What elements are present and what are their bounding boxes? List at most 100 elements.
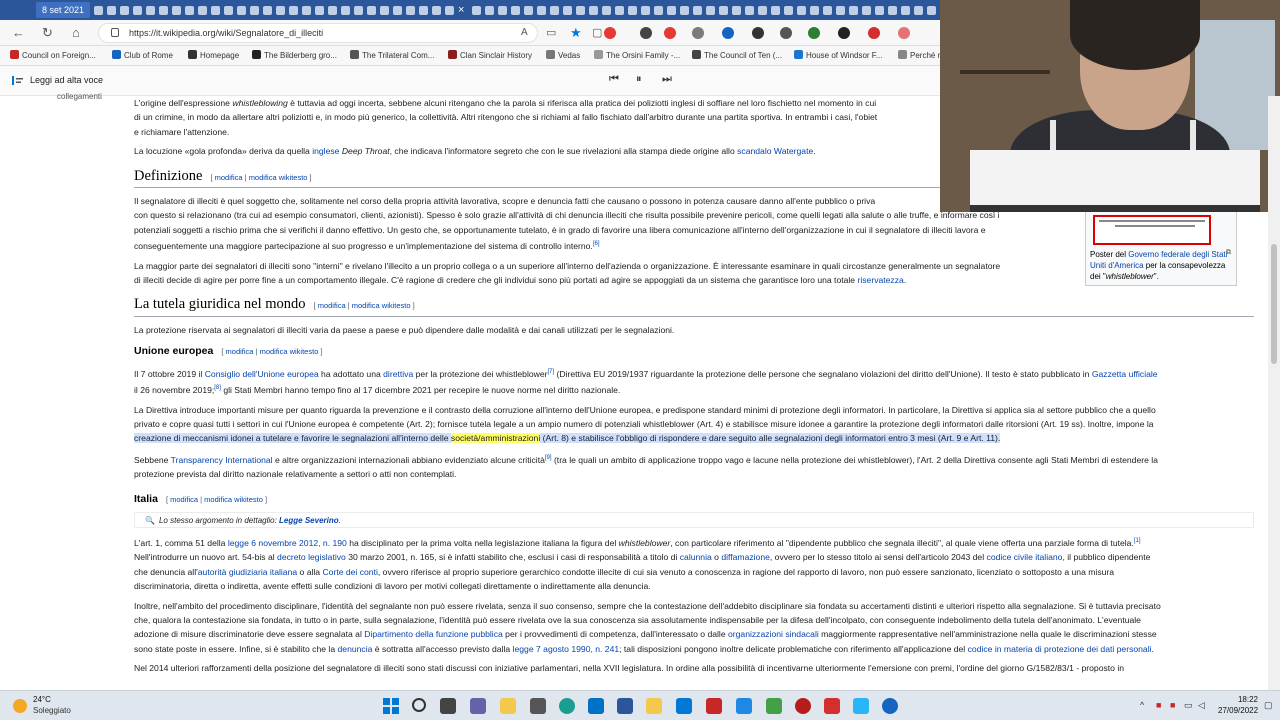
link[interactable]: diffamazione [721,552,770,562]
volume-icon[interactable]: ◁ [1198,700,1205,711]
tab-favicon[interactable] [185,5,195,15]
word-icon[interactable] [617,698,633,714]
address-bar[interactable]: https://it.wikipedia.org/wiki/Segnalator… [98,23,538,43]
tab-favicon[interactable] [354,5,364,15]
photos-icon[interactable] [676,698,692,714]
tab-favicon[interactable] [289,5,299,15]
tab-favicon[interactable] [172,5,182,15]
split-screen-icon[interactable]: ▭ [546,25,556,41]
tab-favicon[interactable] [367,5,377,15]
reference-link[interactable]: [9] [545,455,552,461]
tab-favicon[interactable] [120,5,130,15]
link[interactable]: codice civile italiano [987,552,1063,562]
link[interactable]: Corte dei conti [322,567,377,577]
tab-favicon[interactable] [328,5,338,15]
extension-icon[interactable] [752,27,764,39]
app-icon[interactable] [766,698,782,714]
extension-icon[interactable] [722,27,734,39]
edit-link[interactable]: modifica [318,301,346,310]
link[interactable]: autorità giudiziaria italiana [198,567,297,577]
extension-icon[interactable] [780,27,792,39]
bookmark-item[interactable]: The Trilateral Com... [350,50,434,60]
tab-favicon[interactable] [771,5,781,15]
reference-link[interactable]: [8] [214,385,221,391]
link[interactable]: legge 7 agosto 1990, n. 241 [513,644,620,654]
tab-favicon[interactable] [719,5,729,15]
extension-icon[interactable] [838,27,850,39]
pause-icon[interactable]: ⏸ [636,73,642,86]
tab-favicon[interactable] [758,5,768,15]
tab-favicon[interactable] [432,5,442,15]
poster-image[interactable] [1093,215,1211,245]
scrollbar-thumb[interactable] [1271,244,1277,364]
tab-favicon[interactable] [341,5,351,15]
tab-favicon[interactable] [537,5,547,15]
bookmark-item[interactable]: The Orsini Family -... [594,50,680,60]
notification-icon[interactable]: ▢ [1264,700,1273,711]
tab-favicon[interactable] [693,5,703,15]
read-aloud-icon[interactable] [12,75,23,86]
tab-favicon[interactable] [211,5,221,15]
tab-favicon[interactable] [628,5,638,15]
edit-link[interactable]: modifica [215,173,243,182]
windows-start-icon[interactable] [383,698,399,714]
edit-source-link[interactable]: modifica wikitesto [260,347,319,356]
link[interactable]: Transparency International [171,455,273,465]
tab-favicon[interactable] [237,5,247,15]
tab-favicon[interactable] [914,5,924,15]
weather-description[interactable]: Soleggiato [33,706,71,715]
sun-icon[interactable] [13,699,27,713]
collections-icon[interactable]: ▢ [592,25,602,41]
tab-favicon[interactable] [263,5,273,15]
tab-favicon[interactable] [146,5,156,15]
read-aloud-icon[interactable]: A [521,24,528,42]
extension-icon[interactable] [808,27,820,39]
link[interactable]: Consiglio dell'Unione europea [205,369,319,379]
shield-icon[interactable] [824,698,840,714]
extension-icon[interactable] [868,27,880,39]
tab-favicon[interactable] [472,5,482,15]
tab-favicon[interactable] [836,5,846,15]
refresh-icon[interactable]: ↻ [42,25,53,41]
app-icon[interactable] [736,698,752,714]
reference-link[interactable]: [1] [1134,538,1141,544]
tab-favicon[interactable] [732,5,742,15]
link[interactable]: decreto legislativo [277,552,346,562]
edit-link[interactable]: modifica [226,347,254,356]
link[interactable]: direttiva [383,369,413,379]
folder-icon[interactable] [646,698,662,714]
mail-icon[interactable] [588,698,604,714]
tab-favicon[interactable] [524,5,534,15]
edit-source-link[interactable]: modifica wikitesto [204,495,263,504]
tab-favicon[interactable] [107,5,117,15]
tab-favicon[interactable] [406,5,416,15]
tab-favicon[interactable] [445,5,455,15]
extension-icon[interactable] [664,27,676,39]
extension-icon[interactable] [640,27,652,39]
extension-icon[interactable] [604,27,616,39]
bookmark-item[interactable]: House of Windsor F... [794,50,882,60]
tab-favicon[interactable] [550,5,560,15]
tab-favicon[interactable] [302,5,312,15]
tab-favicon[interactable] [784,5,794,15]
extension-icon[interactable] [692,27,704,39]
previous-icon[interactable]: ⏮ [609,73,619,86]
chevron-up-icon[interactable]: ^ [1140,700,1144,710]
bookmark-item[interactable]: The Bilderberg gro... [252,50,337,60]
enlarge-icon[interactable]: ⧉ [1226,247,1231,258]
tab-favicon[interactable] [602,5,612,15]
link[interactable]: inglese [312,146,339,156]
app-icon[interactable] [853,698,869,714]
next-icon[interactable]: ⏭ [662,73,672,86]
tray-app-icon[interactable]: ■ [1170,700,1175,710]
clock-date[interactable]: 27/09/2022 [1218,706,1258,715]
app-icon[interactable] [706,698,722,714]
tab-favicon[interactable] [667,5,677,15]
bookmark-item[interactable]: Vedas [546,50,580,60]
edit-source-link[interactable]: modifica wikitesto [352,301,411,310]
close-tab-icon[interactable]: × [458,4,464,16]
tab-favicon[interactable] [823,5,833,15]
page-scrollbar[interactable] [1268,96,1280,690]
link[interactable]: denuncia [338,644,373,654]
tab-active[interactable]: 8 set 2021 [36,2,91,18]
